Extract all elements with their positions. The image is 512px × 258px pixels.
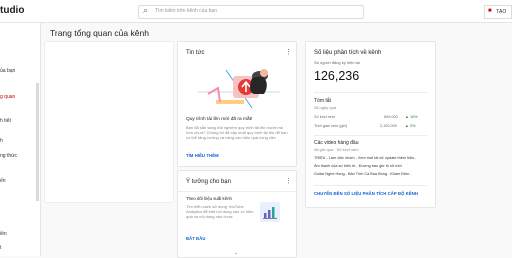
watch-time-value: 2,100,000 [380, 124, 397, 128]
watch-time-trend-icon: ▲ [405, 124, 409, 128]
news-body: Bạn đã sẵn sàng trải nghiệm quy trình tả… [186, 125, 288, 140]
news-illustration [186, 64, 288, 112]
ideas-body: Tìm hiểu cách sử dụng YouTube Analytics … [186, 204, 254, 219]
search-input[interactable]: Tìm kiếm trên kênh của bạn [155, 8, 217, 14]
ideas-heading: Theo dõi hiệu suất kênh [186, 196, 232, 201]
video-camera-icon: ■ [488, 8, 492, 14]
subscribers-count: 126,236 [314, 69, 360, 83]
news-headline: Quy trình tải lên mới đã ra mắt! [186, 117, 253, 122]
analytics-divider-1 [314, 92, 427, 93]
analytics-divider-3 [314, 185, 427, 186]
top-videos-period: 48 giờ qua · Số lượt xem [314, 147, 359, 152]
chevron-down-icon[interactable]: ⌄ [234, 250, 238, 256]
studio-logo[interactable]: tudio [0, 5, 24, 16]
top-video-3[interactable]: Guitar Nghe Hồng - Bản Tình Ca Bùa Bồng … [314, 172, 422, 176]
upload-panel [44, 41, 174, 203]
top-video-2[interactable]: Âm thanh của sự biến tri - Đương bao giờ… [314, 164, 422, 168]
sidebar-item-7[interactable]: t [0, 245, 1, 251]
go-to-analytics-link[interactable]: CHUYỂN ĐẾN SỐ LIỆU PHÂN TÍCH CẤP ĐỘ KÊNH [314, 191, 418, 196]
page-title: Trang tổng quan của kênh [50, 28, 149, 38]
sidebar-item-overview[interactable]: g quan [0, 94, 15, 100]
search-box[interactable]: ⌕ Tìm kiếm trên kênh của bạn [138, 5, 364, 19]
news-title: Tin tức [186, 50, 205, 56]
get-started-link[interactable]: BẮT ĐẦU [186, 236, 206, 241]
ideas-card: Ý tưởng cho bạn ⋮ Theo dõi hiệu suất kên… [177, 170, 297, 258]
sidebar-item-dashboard-channel[interactable]: ủa bạn [0, 68, 15, 74]
sidebar-item-4[interactable]: ng thức [0, 153, 17, 159]
ideas-divider [178, 191, 296, 192]
ideas-more-options-icon[interactable]: ⋮ [285, 177, 292, 185]
top-video-1[interactable]: TRIỆU - Làm việc nhóm - Xem mới tái xử u… [314, 156, 422, 160]
top-bar: tudio ⌕ Tìm kiếm trên kênh của bạn ■ TẠO [0, 0, 512, 23]
summary-title: Tóm tắt [314, 98, 331, 104]
search-icon: ⌕ [143, 5, 149, 15]
channel-analytics-card: Số liệu phân tích về kênh Số người đăng … [305, 41, 436, 208]
sidebar-item-6[interactable]: iền [0, 231, 7, 237]
sidebar-item-details[interactable]: h tiết [0, 118, 11, 124]
sidebar-scrollbar[interactable] [36, 83, 39, 201]
watch-time-label: Thời gian xem (giờ) [314, 124, 348, 128]
analytics-divider-2 [314, 135, 427, 136]
learn-more-link[interactable]: TÌM HIỂU THÊM [186, 153, 219, 158]
create-button[interactable]: ■ TẠO [484, 5, 512, 19]
views-label: Số lượt xem [314, 115, 335, 119]
news-card: Tin tức ⋮ Quy trình tải lên mới đã ra mắ… [177, 41, 297, 167]
analytics-title: Số liệu phân tích về kênh [314, 50, 382, 56]
sidebar: ủa bạn g quan h tiết h ng thức ến iền t [0, 23, 41, 256]
top-videos-title: Các video hàng đầu [314, 140, 359, 146]
views-trend-icon: ▲ [405, 115, 409, 119]
summary-period: 28 ngày qua [314, 105, 337, 110]
analytics-chart-icon [260, 202, 280, 222]
ideas-title: Ý tưởng cho bạn [186, 179, 231, 185]
sidebar-item-5[interactable]: ến [0, 178, 6, 184]
subscribers-label: Số người đăng ký hiện tại [314, 60, 360, 65]
views-value: 609,000 [384, 115, 398, 119]
sidebar-item-3[interactable]: h [0, 138, 3, 144]
views-trend: 10% [410, 115, 418, 119]
more-options-icon[interactable]: ⋮ [285, 48, 292, 56]
watch-time-trend: 0% [410, 124, 416, 128]
